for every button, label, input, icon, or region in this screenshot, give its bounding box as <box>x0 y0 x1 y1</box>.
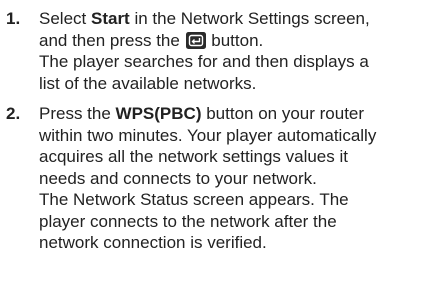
step-line: player connects to the network after the <box>39 211 337 231</box>
step-number: 1. <box>6 9 21 28</box>
step-line: acquires all the network settings values… <box>39 147 348 166</box>
step-line: The player searches for and then display… <box>39 52 369 71</box>
text-segment: button. <box>206 30 264 50</box>
step-text: Select Start in the Network Settings scr… <box>39 8 441 94</box>
step-line: The Network Status screen appears. The <box>39 190 349 209</box>
text-segment: and then press the <box>39 30 185 50</box>
step-line: within two minutes. Your player automati… <box>39 125 377 145</box>
text-segment: in the Network Settings screen, <box>129 9 370 28</box>
step-line: needs and connects to your network. <box>39 168 317 188</box>
step-text: Press the WPS(PBC) button on your router… <box>39 103 441 254</box>
step-line: and then press the button. <box>39 30 441 52</box>
step-line: list of the available networks. <box>39 73 257 93</box>
step-2: 2. Press the WPS(PBC) button on your rou… <box>6 103 441 254</box>
step-1: 1. Select Start in the Network Settings … <box>6 8 441 94</box>
instruction-document: 1. Select Start in the Network Settings … <box>0 0 447 291</box>
text-segment: Select <box>39 9 91 28</box>
text-segment: button on your router <box>201 104 365 123</box>
step-line: Press the WPS(PBC) button on your router <box>39 103 441 125</box>
enter-button-icon <box>185 31 206 49</box>
text-segment: Press the <box>39 104 116 123</box>
step-number: 2. <box>6 104 21 123</box>
step-line: network connection is verified. <box>39 233 267 252</box>
wps-pbc-label: WPS(PBC) <box>115 104 202 123</box>
start-label: Start <box>90 9 130 28</box>
step-line: Select Start in the Network Settings scr… <box>39 8 441 30</box>
